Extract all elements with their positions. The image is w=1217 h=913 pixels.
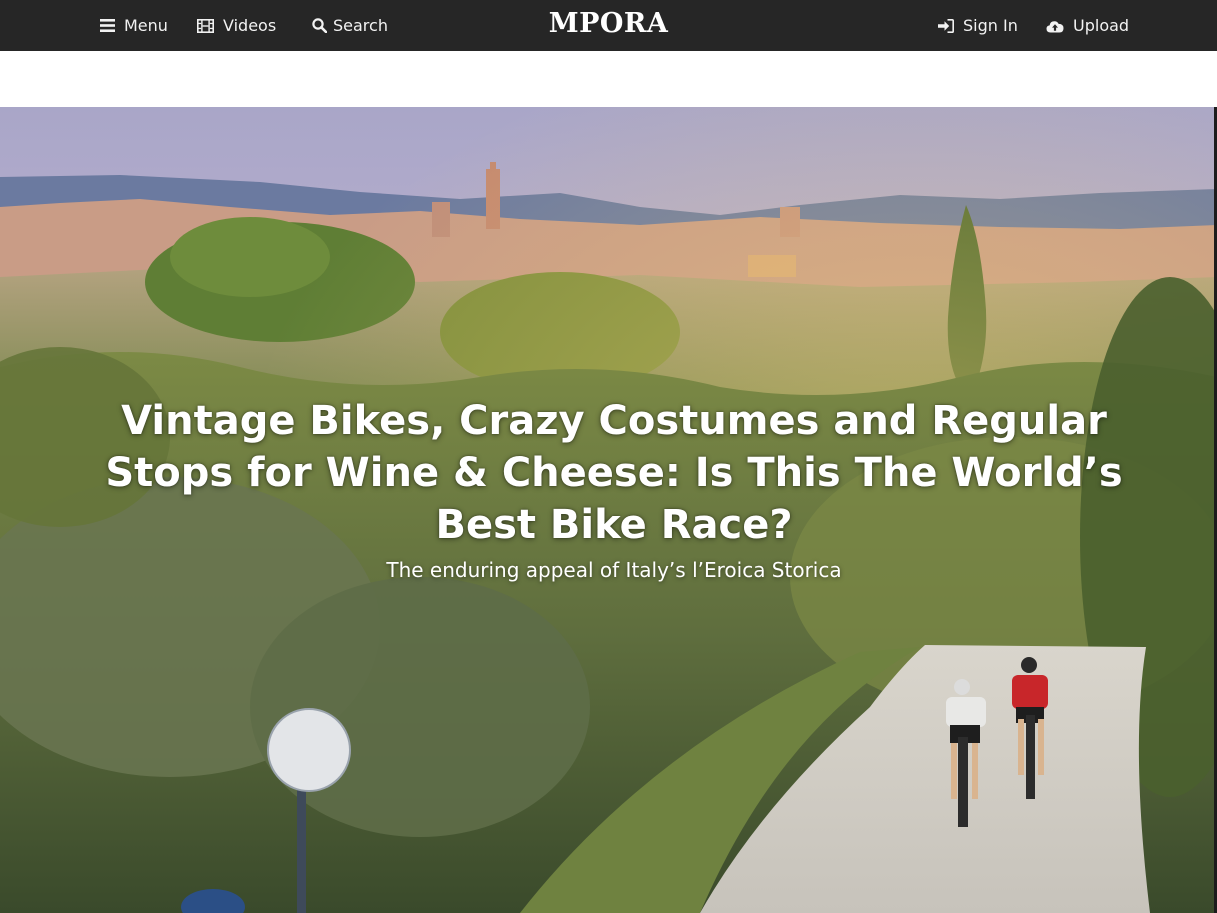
sign-in-icon [938,18,954,33]
sign-in-button[interactable]: Sign In [938,0,1018,51]
videos-link[interactable]: Videos [197,0,276,51]
search-label: Search [333,16,388,35]
videos-label: Videos [223,16,277,35]
site-logo-wrap: MPORA [0,8,1217,39]
search-button[interactable]: Search [312,0,388,51]
hamburger-icon [100,19,115,32]
top-navigation-bar: Menu Videos Search MPORA Sign In Upload [0,0,1217,51]
sign-in-label: Sign In [963,16,1018,35]
upload-button[interactable]: Upload [1046,0,1129,51]
search-icon [312,18,327,33]
hero-section: Vintage Bikes, Crazy Costumes and Regula… [0,107,1217,913]
article-title: Vintage Bikes, Crazy Costumes and Regula… [105,398,1123,548]
menu-label: Menu [124,16,168,35]
cloud-upload-icon [1046,20,1064,32]
site-logo[interactable]: MPORA [549,8,669,39]
menu-button[interactable]: Menu [100,0,168,51]
article-subtitle: The enduring appeal of Italy’s l’Eroica … [386,558,842,582]
upload-label: Upload [1073,16,1130,35]
film-icon [197,18,214,33]
